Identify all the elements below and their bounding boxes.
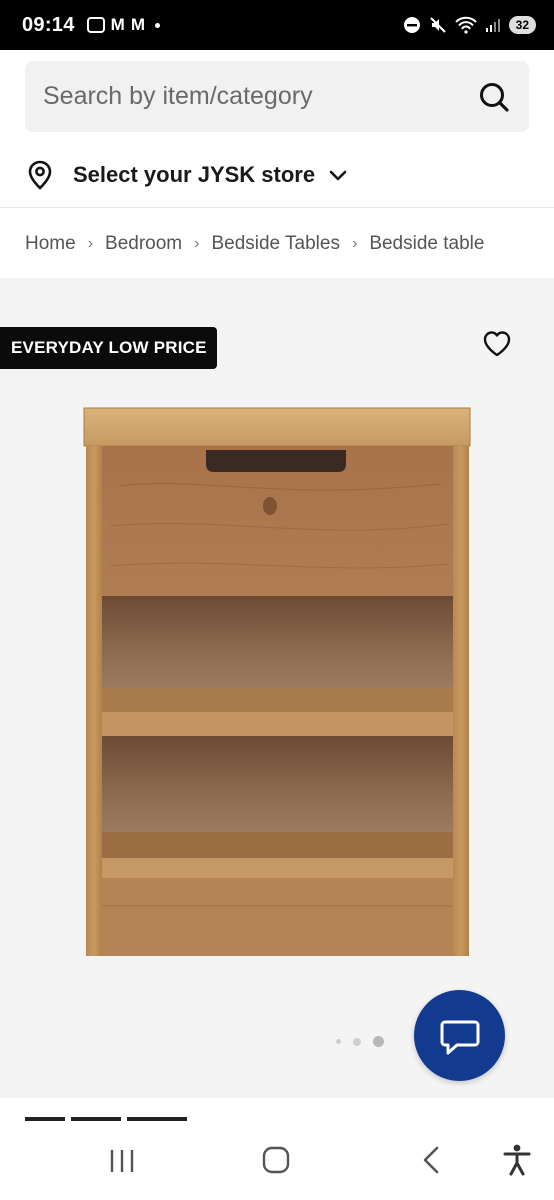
- product-image-gallery[interactable]: EVERYDAY LOW PRICE: [0, 278, 554, 1098]
- breadcrumb-separator-icon: ›: [87, 235, 94, 252]
- breadcrumb-home[interactable]: Home: [25, 233, 76, 255]
- search-input[interactable]: Search by item/category: [25, 61, 529, 132]
- product-title-peek: [25, 1117, 195, 1123]
- carousel-dot[interactable]: [336, 1039, 341, 1044]
- battery-indicator: 32: [508, 16, 536, 34]
- store-label: Select your JYSK store: [73, 162, 316, 187]
- breadcrumb-separator-icon: ›: [351, 235, 358, 252]
- accessibility-icon[interactable]: [502, 1143, 532, 1177]
- breadcrumb-current[interactable]: Bedside table: [369, 233, 484, 255]
- wifi-icon: [454, 16, 477, 34]
- breadcrumb: Home › Bedroom › Bedside Tables › Bedsid…: [25, 225, 530, 263]
- system-navigation-bar: [0, 1124, 554, 1200]
- screenshot-icon: [86, 17, 105, 33]
- price-badge: EVERYDAY LOW PRICE: [0, 327, 217, 369]
- breadcrumb-separator-icon: ›: [194, 235, 200, 252]
- do-not-disturb-icon: [403, 17, 420, 33]
- chat-button[interactable]: [414, 990, 505, 1081]
- mail-icon: M: [110, 15, 125, 34]
- home-icon[interactable]: [262, 1146, 290, 1174]
- more-notifications-icon: [155, 22, 160, 28]
- status-bar: 09:14 M M 32: [0, 0, 554, 50]
- system-icons: 32: [403, 16, 536, 34]
- header-divider: [0, 207, 554, 208]
- recent-apps-icon[interactable]: [108, 1148, 136, 1174]
- carousel-indicator[interactable]: [336, 1036, 384, 1047]
- notification-icons: M M: [86, 15, 160, 35]
- back-icon[interactable]: [420, 1145, 442, 1175]
- mail-icon-2: M: [130, 15, 145, 34]
- product-image: [83, 407, 471, 956]
- search-placeholder: Search by item/category: [43, 82, 313, 110]
- status-time: 09:14: [22, 13, 75, 36]
- carousel-dot[interactable]: [353, 1037, 361, 1046]
- location-pin-icon: [28, 160, 52, 190]
- breadcrumb-bedroom[interactable]: Bedroom: [105, 233, 182, 255]
- chevron-down-icon[interactable]: [327, 164, 349, 186]
- carousel-dot-active[interactable]: [373, 1036, 384, 1047]
- mute-icon: [429, 17, 446, 33]
- store-selector[interactable]: Select your JYSK store: [25, 150, 349, 200]
- chat-bubble-icon: [440, 1020, 479, 1054]
- breadcrumb-bedside-tables[interactable]: Bedside Tables: [211, 233, 340, 255]
- heart-icon[interactable]: [481, 328, 513, 360]
- search-icon[interactable]: [477, 80, 511, 114]
- signal-icon: [485, 19, 500, 32]
